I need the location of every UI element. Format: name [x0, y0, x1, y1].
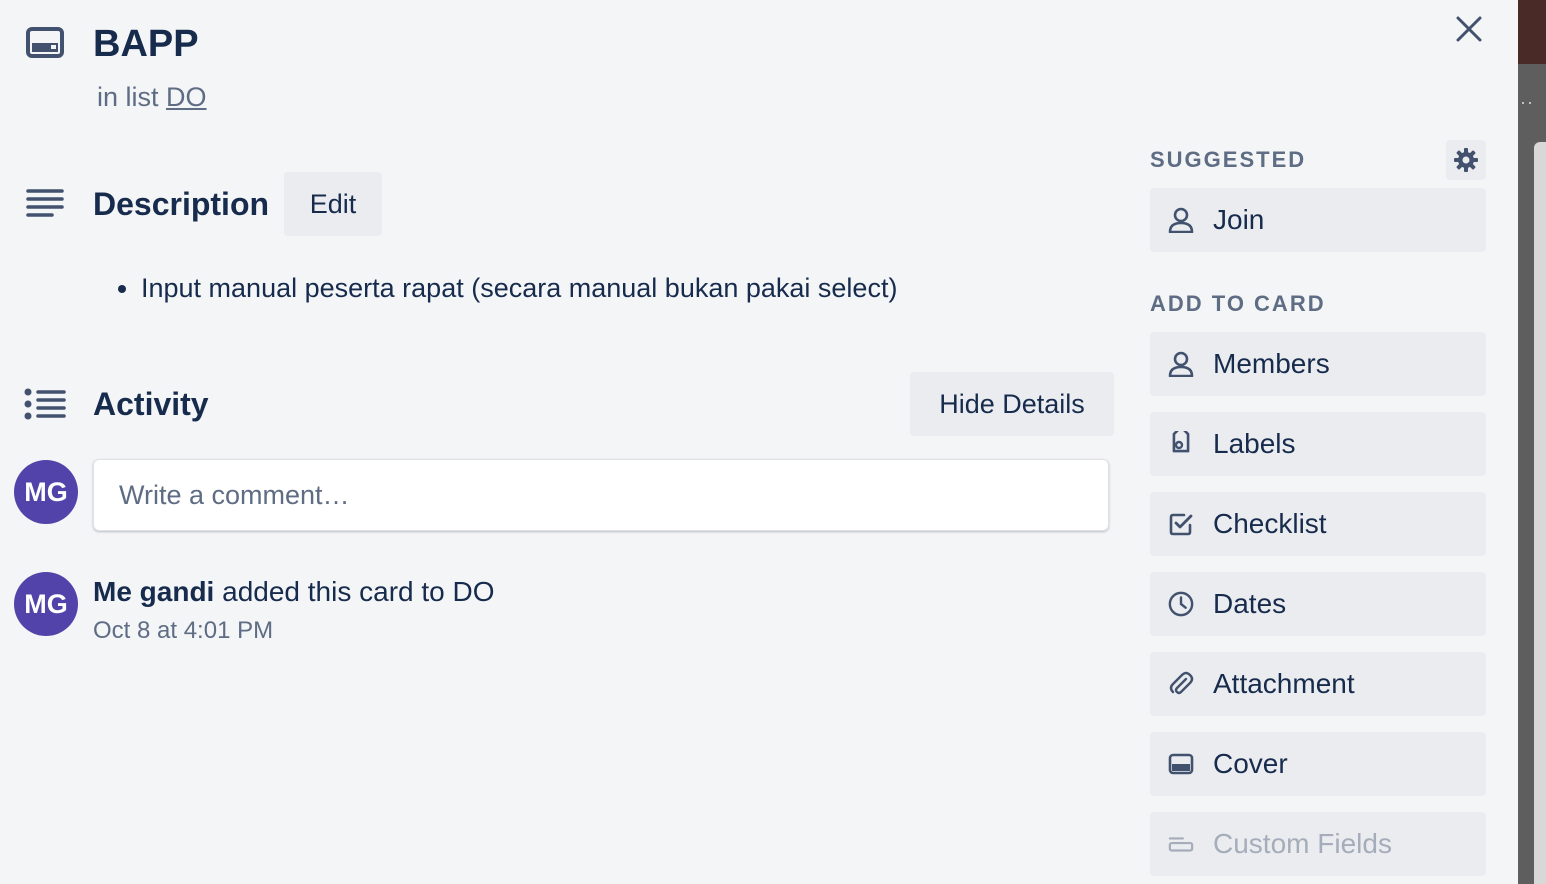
description-heading: Description [93, 186, 270, 222]
checklist-icon [1168, 511, 1194, 537]
activity-user[interactable]: Me gandi [93, 576, 214, 607]
checklist-button[interactable]: Checklist [1150, 492, 1486, 556]
card-icon [26, 26, 64, 60]
board-background: ·· [1518, 0, 1546, 884]
description-icon [26, 188, 64, 220]
card-detail-modal: BAPP in list DO Description Edit Input m… [0, 0, 1518, 884]
suggested-settings-button[interactable] [1446, 140, 1486, 180]
activity-icon [24, 388, 66, 420]
tag-icon [1168, 431, 1194, 457]
more-icon: ·· [1520, 92, 1534, 112]
activity-entry: Me gandi added this card to DO [93, 574, 495, 610]
comment-box[interactable] [93, 459, 1109, 531]
suggested-label: SUGGESTED [1150, 147, 1307, 172]
paperclip-icon [1168, 671, 1194, 697]
avatar[interactable]: MG [14, 460, 78, 524]
labels-button[interactable]: Labels [1150, 412, 1486, 476]
join-label: Join [1213, 204, 1265, 235]
activity-heading: Activity [93, 386, 209, 422]
cover-button[interactable]: Cover [1150, 732, 1486, 796]
list-link[interactable]: DO [166, 82, 207, 112]
gear-icon [1454, 148, 1478, 172]
edit-description-button[interactable]: Edit [284, 172, 382, 236]
person-icon [1168, 351, 1194, 377]
attachment-button[interactable]: Attachment [1150, 652, 1486, 716]
person-icon [1168, 207, 1194, 233]
attachment-label: Attachment [1213, 668, 1355, 699]
comment-input[interactable] [117, 478, 1085, 512]
custom-fields-button[interactable]: Custom Fields [1150, 812, 1486, 876]
in-list-prefix: in list [97, 82, 159, 112]
custom-fields-icon [1168, 831, 1194, 857]
clock-icon [1168, 591, 1194, 617]
activity-timestamp[interactable]: Oct 8 at 4:01 PM [93, 616, 273, 646]
description-list: Input manual peserta rapat (secara manua… [105, 268, 897, 308]
card-list-info: in list DO [97, 80, 207, 114]
dates-label: Dates [1213, 588, 1287, 619]
description-content: Input manual peserta rapat (secara manua… [105, 268, 897, 308]
activity-avatar[interactable]: MG [14, 572, 78, 636]
board-header-strip [1518, 0, 1546, 64]
activity-action: added this card to DO [222, 576, 495, 607]
close-icon [1456, 16, 1482, 42]
card-title[interactable]: BAPP [93, 20, 199, 68]
members-label: Members [1213, 348, 1330, 379]
hide-details-button[interactable]: Hide Details [910, 372, 1114, 436]
checklist-label: Checklist [1213, 508, 1327, 539]
custom-fields-label: Custom Fields [1213, 828, 1392, 859]
members-button[interactable]: Members [1150, 332, 1486, 396]
cover-icon [1168, 751, 1194, 777]
dates-button[interactable]: Dates [1150, 572, 1486, 636]
board-list-edge [1534, 142, 1546, 884]
cover-label: Cover [1213, 748, 1288, 779]
close-button[interactable] [1448, 8, 1490, 50]
join-button[interactable]: Join [1150, 188, 1486, 252]
add-to-card-label: ADD TO CARD [1150, 291, 1326, 316]
labels-label: Labels [1213, 428, 1296, 459]
description-bullet: Input manual peserta rapat (secara manua… [141, 268, 897, 308]
